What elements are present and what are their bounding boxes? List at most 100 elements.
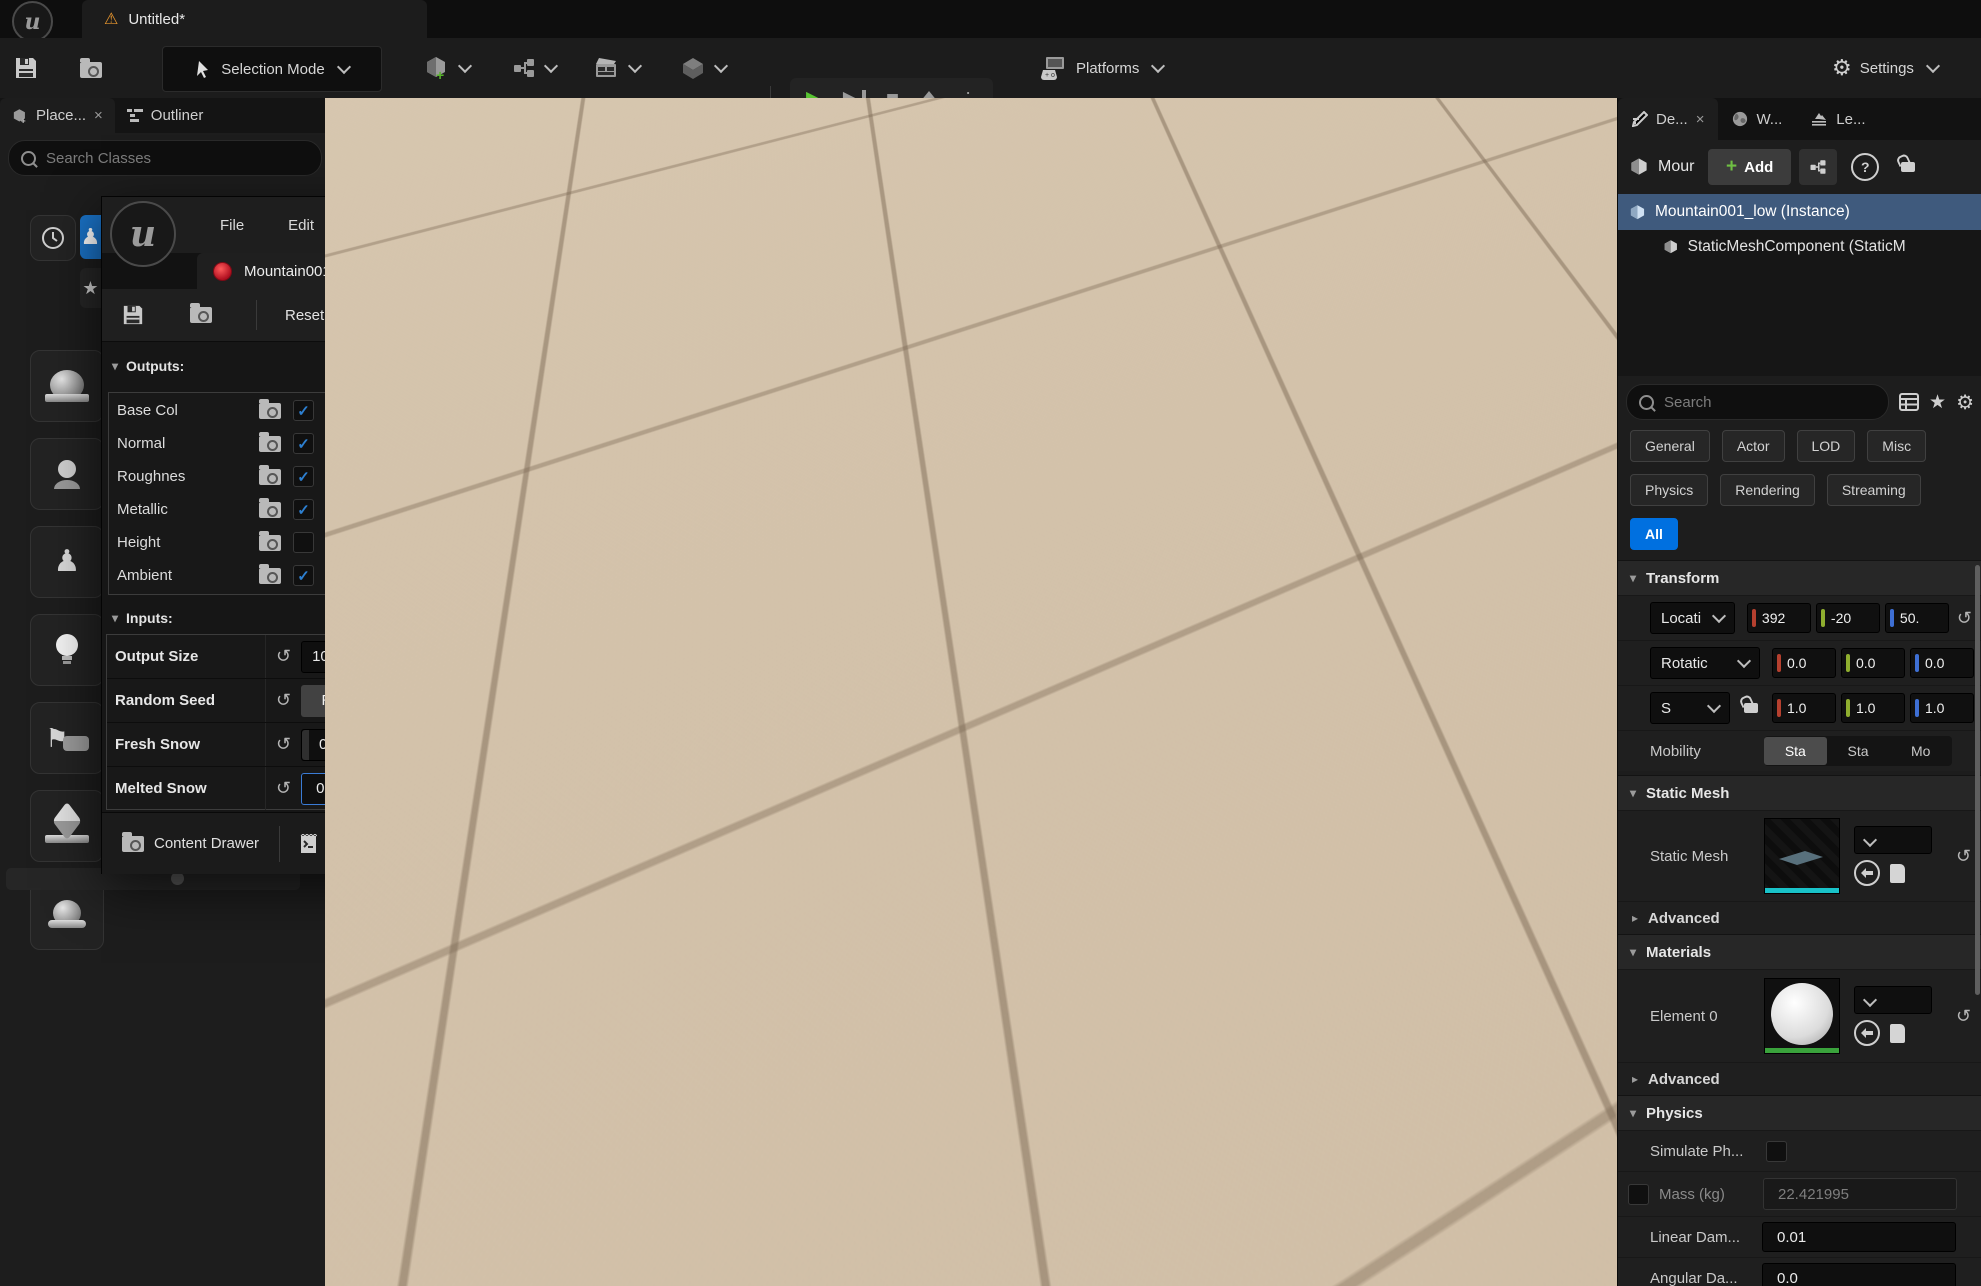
close-icon[interactable]: × [1696,111,1705,128]
output-enabled-checkbox[interactable]: ✓ [293,466,314,487]
reset-material-icon[interactable]: ↺ [1956,1006,1971,1027]
melted-snow-field[interactable] [301,773,815,805]
unlock-icon[interactable] [1901,162,1915,172]
search-classes-input[interactable]: Search Classes [8,140,322,176]
browse-output-icon[interactable] [259,469,281,485]
filter-chip-misc[interactable]: Misc [1867,430,1926,462]
details-gear-icon[interactable]: ⚙ [1956,390,1974,415]
camera-speed-value[interactable]: 1 [1516,116,1544,133]
browse-output-icon[interactable] [259,403,281,419]
console-command-input[interactable]: Enter Console Command [550,827,847,861]
export-preset-button[interactable]: Export preset [353,307,530,324]
mobility-option-1[interactable]: Sta [1827,737,1890,765]
unreal-logo-icon[interactable]: u [12,1,53,42]
reset-static-mesh-icon[interactable]: ↺ [1956,846,1971,867]
maximize-button[interactable]: □ [739,217,792,234]
browse-output-icon[interactable] [259,502,281,518]
location-y-field[interactable]: -20 [1816,603,1880,633]
tree-row-actor-selected[interactable]: Mountain001_low (Instance) [1618,194,1981,230]
outputs-section-header[interactable]: ▾Outputs: [112,358,184,374]
output-height-dropdown[interactable]: 1024 [481,641,641,673]
help-icon[interactable]: ? [1851,153,1879,181]
cmd-dropdown[interactable]: Cmd [422,835,550,852]
output-enabled-checkbox[interactable]: ✓ [293,499,314,520]
material-thumbnail[interactable] [1764,978,1840,1054]
actor-name-field[interactable]: Mour [1658,158,1700,176]
menu-item-file[interactable]: File [198,217,266,234]
category-light-bulb[interactable] [30,614,104,686]
output-enabled-checkbox[interactable]: ✓ [293,565,314,586]
scale-x-field[interactable]: 1.0 [1772,693,1836,723]
viewport-options-menu[interactable]: ≡ [340,110,370,140]
tab-outliner[interactable]: Outliner [115,98,216,133]
favorites-star-icon[interactable]: ★ [1929,391,1946,414]
import-preset-button[interactable]: Import preset [531,307,715,324]
details-scrollbar[interactable] [1975,565,1980,995]
tab-place-actors[interactable]: + Place... × [0,98,115,133]
scale-snap-value[interactable]: 0.25 [1414,116,1463,133]
use-selected-asset-icon[interactable] [1854,1020,1880,1046]
save-icon[interactable] [14,56,38,80]
location-z-field[interactable]: 50. [1885,603,1949,633]
filter-chip-actor[interactable]: Actor [1722,430,1785,462]
rotation-type-dropdown[interactable]: Rotatic [1650,647,1760,679]
lock-ratio-checkbox[interactable]: ✓ [667,646,688,667]
mass-field[interactable] [1763,1178,1957,1210]
content-drawer-button[interactable]: Content Drawer [102,835,279,852]
reset-location-icon[interactable]: ↺ [1957,608,1972,629]
lit-mode-dropdown[interactable]: Lit [553,110,616,138]
selection-mode-dropdown[interactable]: Selection Mode [162,46,382,92]
grid-snap-value[interactable]: 10 [1235,116,1272,133]
category-volume-cube[interactable] [30,790,104,862]
category-pawn[interactable]: ♟ [30,526,104,598]
category-shapes-sphere[interactable] [30,350,104,422]
scale-tool[interactable] [1073,110,1107,138]
randomize-seed-button[interactable]: Randomize Seed [301,685,457,717]
reset-button[interactable]: Reset [257,307,352,324]
static-mesh-advanced[interactable]: ▸Advanced [1618,901,1981,934]
material-asset-dropdown[interactable] [1854,986,1932,1014]
mass-override-checkbox[interactable] [1628,1184,1649,1205]
tab-levels[interactable]: Le... [1796,98,1879,140]
static-mesh-thumbnail[interactable] [1764,818,1840,894]
rotation-snap-control[interactable]: ∠ 10° [1287,110,1361,138]
section-physics[interactable]: ▾Physics [1618,1095,1981,1130]
menu-item-asset[interactable]: Asset [336,217,418,234]
close-button[interactable]: × [792,214,847,236]
browse-icon[interactable] [190,307,212,323]
surface-snapping-dropdown[interactable] [1161,110,1191,140]
project-tab[interactable]: ⚠ Untitled* [82,0,427,38]
browse-content-icon[interactable] [80,62,102,78]
browse-output-icon[interactable] [259,568,281,584]
output-enabled-checkbox[interactable] [293,532,314,553]
settings-dropdown[interactable]: ⚙ Settings [1832,46,1938,90]
output-log-button[interactable]: Output Log [280,834,421,854]
scale-lock-icon[interactable] [1744,703,1758,713]
location-x-field[interactable]: 392 [1747,603,1811,633]
blueprints-dropdown[interactable] [512,46,556,90]
effects-category-button[interactable]: ★ [80,268,101,308]
show-flags-dropdown[interactable]: Show [643,110,705,138]
filter-chip-rendering[interactable]: Rendering [1720,474,1815,506]
menu-item-tools[interactable]: Tools [515,217,594,234]
use-selected-asset-icon[interactable] [1854,860,1880,886]
output-width-dropdown[interactable]: 1024 [301,641,461,673]
materials-advanced[interactable]: ▸Advanced [1618,1062,1981,1095]
recently-placed-button[interactable] [30,215,76,261]
filter-chip-streaming[interactable]: Streaming [1827,474,1921,506]
scale-z-field[interactable]: 1.0 [1910,693,1974,723]
tab-world-settings[interactable]: W... [1718,98,1796,140]
platform-cook-dropdown[interactable] [680,46,726,90]
select-tool[interactable] [971,110,1005,138]
browse-output-icon[interactable] [259,535,281,551]
move-tool[interactable] [1005,110,1039,138]
section-transform[interactable]: ▾Transform [1618,560,1981,595]
rotate-tool[interactable] [1039,110,1073,138]
menu-item-edit[interactable]: Edit [266,217,336,234]
mobility-option-2[interactable]: Mo [1889,737,1952,765]
output-enabled-checkbox[interactable]: ✓ [293,433,314,454]
linear-damping-field[interactable] [1762,1222,1956,1252]
category-gameplay-flag[interactable]: ⚑ [30,702,104,774]
location-type-dropdown[interactable]: Locati [1650,602,1735,634]
reset-icon[interactable]: ↺ [276,646,291,667]
